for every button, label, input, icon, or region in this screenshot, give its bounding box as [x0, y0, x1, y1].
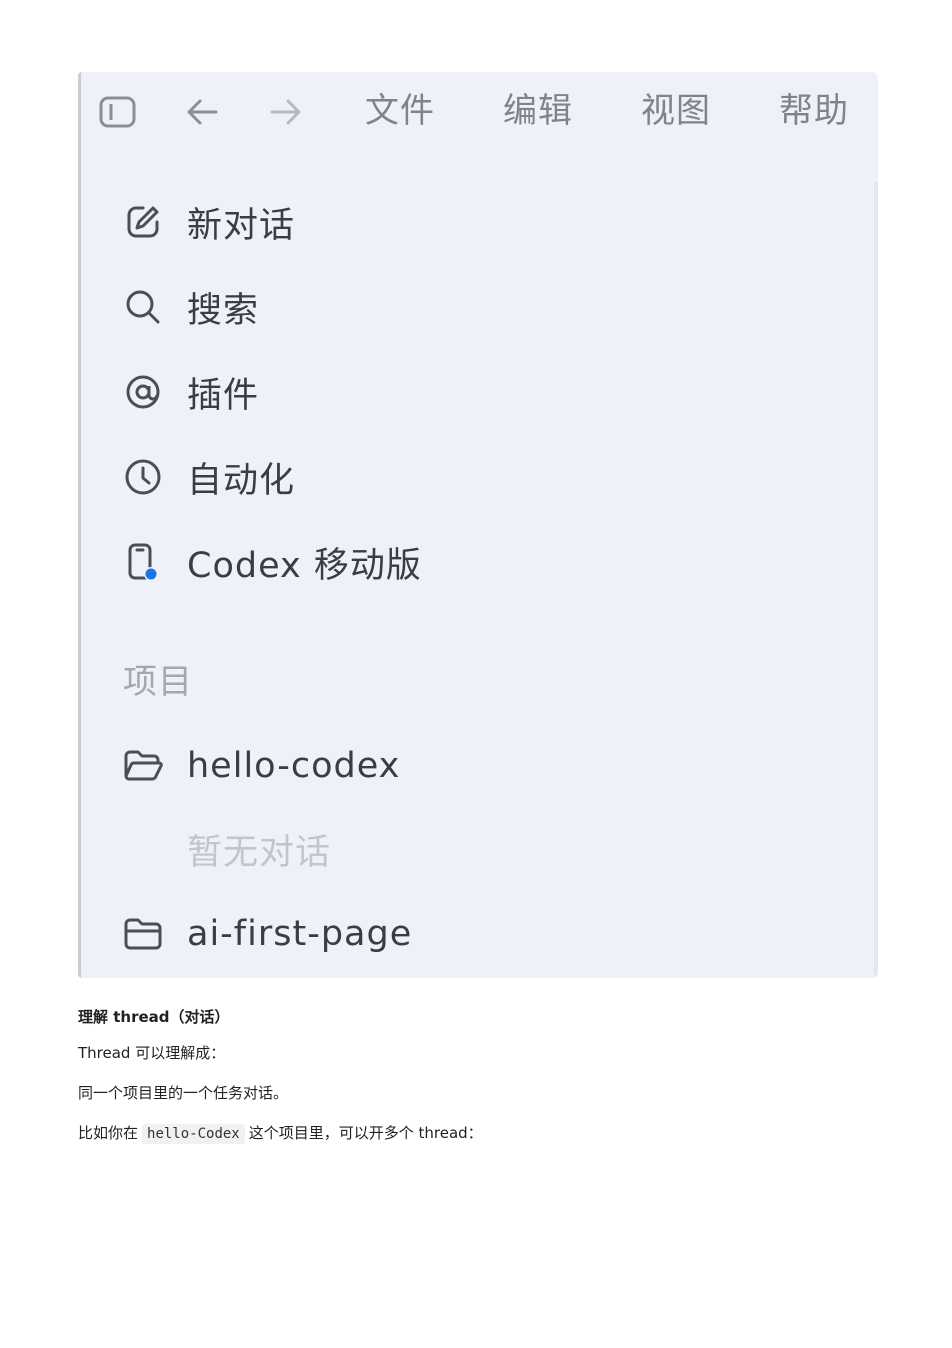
project-item-hello-codex[interactable]: hello-codex	[123, 738, 400, 794]
paragraph-3-before: 比如你在	[78, 1124, 139, 1142]
nav-label: Codex 移动版	[187, 545, 422, 586]
nav-item-automation[interactable]: 自动化	[123, 449, 295, 505]
back-arrow-icon[interactable]	[182, 92, 222, 132]
project-name: hello-codex	[187, 746, 401, 786]
nav-label: 新对话	[187, 205, 296, 246]
paragraph-3-after: 这个项目里，可以开多个 thread：	[248, 1124, 483, 1142]
clock-icon	[123, 457, 163, 497]
paragraph-2: 同一个项目里的一个任务对话。	[78, 1084, 289, 1102]
at-icon	[123, 372, 163, 412]
mobile-icon	[123, 542, 163, 582]
nav-item-new-chat[interactable]: 新对话	[123, 194, 295, 250]
nav-label: 自动化	[187, 460, 296, 501]
no-threads-note: 暂无对话	[187, 833, 332, 873]
menu-edit[interactable]: 编辑	[503, 86, 573, 136]
nav-label: 插件	[187, 375, 260, 416]
edit-icon	[123, 202, 163, 242]
folder-icon	[123, 914, 163, 954]
title-toolbar: 文件 编辑 视图 帮助	[81, 72, 878, 152]
codex-sidebar-screenshot: 文件 编辑 视图 帮助 新对话 搜索 插件 自动化 Codex 移动版 项目 h…	[78, 72, 878, 978]
paragraph-1: Thread 可以理解成：	[78, 1044, 226, 1062]
menu-help[interactable]: 帮助	[779, 86, 849, 136]
folder-open-icon	[123, 746, 163, 786]
nav-label: 搜索	[187, 290, 260, 331]
project-name: ai-first-page	[187, 914, 413, 954]
nav-item-plugins[interactable]: 插件	[123, 364, 259, 420]
forward-arrow-icon[interactable]	[266, 92, 306, 132]
menu-file[interactable]: 文件	[365, 86, 435, 136]
project-item-ai-first-page[interactable]: ai-first-page	[123, 906, 412, 962]
nav-item-codex-mobile[interactable]: Codex 移动版	[123, 534, 422, 590]
inline-code: hello-Codex	[142, 1124, 245, 1144]
sidebar-toggle-icon[interactable]	[98, 92, 138, 132]
paragraph-3: 比如你在 hello-Codex 这个项目里，可以开多个 thread：	[78, 1122, 483, 1144]
section-heading: 理解 thread（对话）	[78, 1008, 230, 1026]
menu-view[interactable]: 视图	[641, 86, 711, 136]
projects-section-title: 项目	[123, 662, 193, 702]
search-icon	[123, 287, 163, 327]
nav-item-search[interactable]: 搜索	[123, 279, 259, 335]
